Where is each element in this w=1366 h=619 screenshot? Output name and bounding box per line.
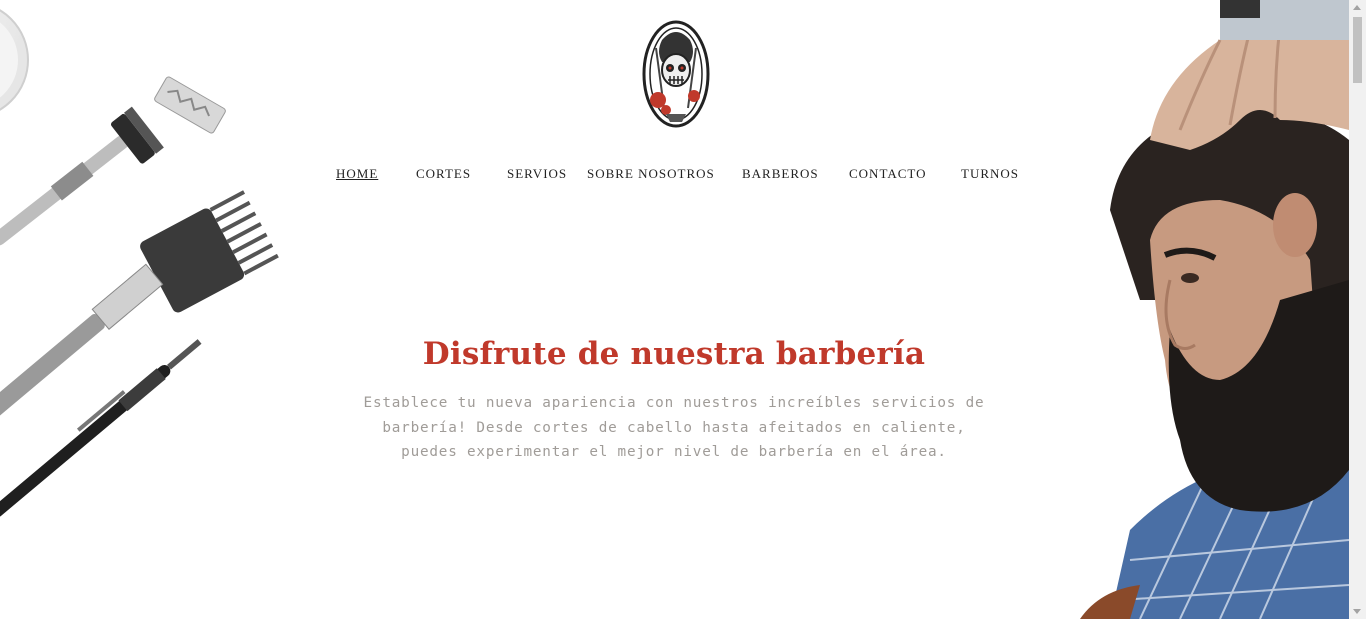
nav-servios[interactable]: SERVIOS bbox=[507, 166, 567, 182]
bearded-man-portrait-image bbox=[1080, 0, 1349, 619]
barber-skull-logo-icon[interactable] bbox=[636, 18, 716, 130]
hero-title: Disfrute de nuestra barbería bbox=[422, 336, 926, 372]
nav-home[interactable]: HOME bbox=[336, 166, 378, 182]
nav-contacto[interactable]: CONTACTO bbox=[849, 166, 927, 182]
page: HOME CORTES SERVIOS SOBRE NOSOTROS BARBE… bbox=[0, 0, 1349, 619]
scroll-up-arrow-icon[interactable] bbox=[1353, 5, 1361, 10]
scroll-thumb[interactable] bbox=[1353, 17, 1362, 83]
nav-sobre-nosotros[interactable]: SOBRE NOSOTROS bbox=[587, 166, 715, 182]
scroll-down-arrow-icon[interactable] bbox=[1353, 609, 1361, 614]
barber-tools-image bbox=[0, 9, 279, 518]
nav-cortes[interactable]: CORTES bbox=[416, 166, 471, 182]
nav-barberos[interactable]: BARBEROS bbox=[742, 166, 819, 182]
vertical-scrollbar[interactable] bbox=[1349, 0, 1366, 619]
nav-turnos[interactable]: TURNOS bbox=[961, 166, 1019, 182]
hero-description: Establece tu nueva apariencia con nuestr… bbox=[363, 395, 985, 460]
